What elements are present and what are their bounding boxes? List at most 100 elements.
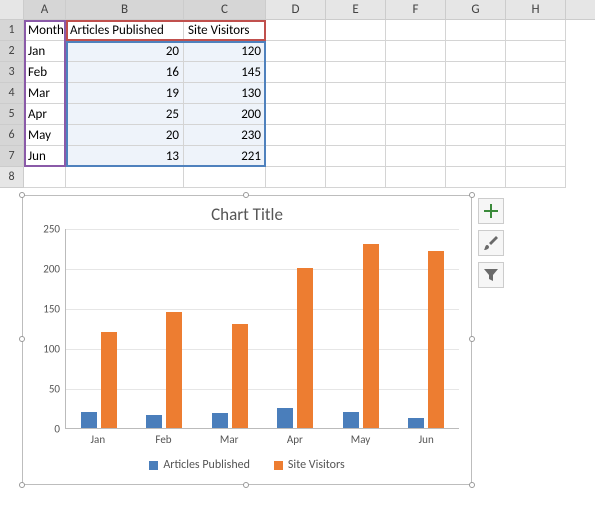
- cell-G5[interactable]: [446, 104, 506, 125]
- chart-x-axis[interactable]: JanFebMarAprMayJun: [65, 433, 459, 446]
- chart-plot-area[interactable]: 050100150200250: [65, 229, 459, 429]
- select-all-corner[interactable]: [0, 0, 24, 19]
- cell-A5[interactable]: Apr: [24, 104, 66, 125]
- cell-F1[interactable]: [386, 20, 446, 41]
- col-header-E[interactable]: E: [326, 0, 386, 19]
- cell-A2[interactable]: Jan: [24, 41, 66, 62]
- cell-B1[interactable]: Articles Published: [66, 20, 184, 41]
- col-header-D[interactable]: D: [266, 0, 326, 19]
- cell-E2[interactable]: [326, 41, 386, 62]
- cell-B6[interactable]: 20: [66, 125, 184, 146]
- cell-F3[interactable]: [386, 62, 446, 83]
- bar-articles-published-Jan[interactable]: [81, 412, 97, 428]
- row-header-6[interactable]: 6: [0, 125, 24, 146]
- cell-G7[interactable]: [446, 146, 506, 167]
- plus-icon: [484, 204, 498, 218]
- cell-B5[interactable]: 25: [66, 104, 184, 125]
- cell-D7[interactable]: [266, 146, 326, 167]
- row-header-8[interactable]: 8: [0, 167, 24, 188]
- col-header-H[interactable]: H: [506, 0, 566, 19]
- col-header-C[interactable]: C: [184, 0, 266, 19]
- cell-G1[interactable]: [446, 20, 506, 41]
- cell-G4[interactable]: [446, 83, 506, 104]
- cell-A7[interactable]: Jun: [24, 146, 66, 167]
- cell-F7[interactable]: [386, 146, 446, 167]
- cell-C3[interactable]: 145: [184, 62, 266, 83]
- row-header-1[interactable]: 1: [0, 20, 24, 41]
- chart-elements-button[interactable]: [478, 198, 504, 224]
- bar-articles-published-May[interactable]: [343, 412, 359, 428]
- cell-E7[interactable]: [326, 146, 386, 167]
- col-header-F[interactable]: F: [386, 0, 446, 19]
- cell-D3[interactable]: [266, 62, 326, 83]
- cell-C1[interactable]: Site Visitors: [184, 20, 266, 41]
- bar-articles-published-Mar[interactable]: [212, 413, 228, 428]
- cell-C6[interactable]: 230: [184, 125, 266, 146]
- col-header-A[interactable]: A: [24, 0, 66, 19]
- cell-F5[interactable]: [386, 104, 446, 125]
- cell-E3[interactable]: [326, 62, 386, 83]
- cell-B3[interactable]: 16: [66, 62, 184, 83]
- cell-H3[interactable]: [506, 62, 566, 83]
- cell-D5[interactable]: [266, 104, 326, 125]
- cell-F6[interactable]: [386, 125, 446, 146]
- x-tick-Feb: Feb: [131, 433, 197, 446]
- bar-site-visitors-Mar[interactable]: [232, 324, 248, 428]
- cell-D4[interactable]: [266, 83, 326, 104]
- cell-D2[interactable]: [266, 41, 326, 62]
- row-header-3[interactable]: 3: [0, 62, 24, 83]
- cell-F2[interactable]: [386, 41, 446, 62]
- cell-A6[interactable]: May: [24, 125, 66, 146]
- row-header-5[interactable]: 5: [0, 104, 24, 125]
- cell-G2[interactable]: [446, 41, 506, 62]
- cell-C7[interactable]: 221: [184, 146, 266, 167]
- cell-D6[interactable]: [266, 125, 326, 146]
- bar-site-visitors-Jun[interactable]: [428, 251, 444, 428]
- row-header-7[interactable]: 7: [0, 146, 24, 167]
- bar-site-visitors-Feb[interactable]: [166, 312, 182, 428]
- y-tick-50: 50: [28, 383, 60, 396]
- bar-site-visitors-Jan[interactable]: [101, 332, 117, 428]
- bar-articles-published-Apr[interactable]: [277, 408, 293, 428]
- cell-G3[interactable]: [446, 62, 506, 83]
- chart-filters-button[interactable]: [478, 262, 504, 288]
- col-header-B[interactable]: B: [66, 0, 184, 19]
- cell-E6[interactable]: [326, 125, 386, 146]
- bar-site-visitors-May[interactable]: [363, 244, 379, 428]
- cell-E5[interactable]: [326, 104, 386, 125]
- cell-A1[interactable]: Month: [24, 20, 66, 41]
- cell-G6[interactable]: [446, 125, 506, 146]
- cell-H4[interactable]: [506, 83, 566, 104]
- cell-B4[interactable]: 19: [66, 83, 184, 104]
- legend-item-1[interactable]: Site Visitors: [274, 458, 345, 472]
- chart-legend[interactable]: Articles Published Site Visitors: [23, 458, 471, 472]
- bar-site-visitors-Apr[interactable]: [297, 268, 313, 428]
- row-header-4[interactable]: 4: [0, 83, 24, 104]
- cell-H7[interactable]: [506, 146, 566, 167]
- chart-object[interactable]: Chart Title 050100150200250 JanFebMarApr…: [22, 195, 472, 485]
- spreadsheet-grid[interactable]: A B C D E F G H 1MonthArticles Published…: [0, 0, 595, 516]
- cell-E1[interactable]: [326, 20, 386, 41]
- cell-A4[interactable]: Mar: [24, 83, 66, 104]
- row-header-2[interactable]: 2: [0, 41, 24, 62]
- chart-styles-button[interactable]: [478, 230, 504, 256]
- bar-articles-published-Feb[interactable]: [146, 415, 162, 428]
- col-header-G[interactable]: G: [446, 0, 506, 19]
- cell-D1[interactable]: [266, 20, 326, 41]
- cell-F4[interactable]: [386, 83, 446, 104]
- cell-C4[interactable]: 130: [184, 83, 266, 104]
- bar-articles-published-Jun[interactable]: [408, 418, 424, 428]
- cell-A3[interactable]: Feb: [24, 62, 66, 83]
- cell-H1[interactable]: [506, 20, 566, 41]
- cell-E4[interactable]: [326, 83, 386, 104]
- cell-H5[interactable]: [506, 104, 566, 125]
- cell-C5[interactable]: 200: [184, 104, 266, 125]
- bar-group-Mar: [200, 324, 260, 428]
- cell-C2[interactable]: 120: [184, 41, 266, 62]
- cell-H6[interactable]: [506, 125, 566, 146]
- cell-B2[interactable]: 20: [66, 41, 184, 62]
- cell-H2[interactable]: [506, 41, 566, 62]
- chart-title[interactable]: Chart Title: [23, 196, 471, 229]
- cell-B7[interactable]: 13: [66, 146, 184, 167]
- legend-item-0[interactable]: Articles Published: [149, 458, 250, 472]
